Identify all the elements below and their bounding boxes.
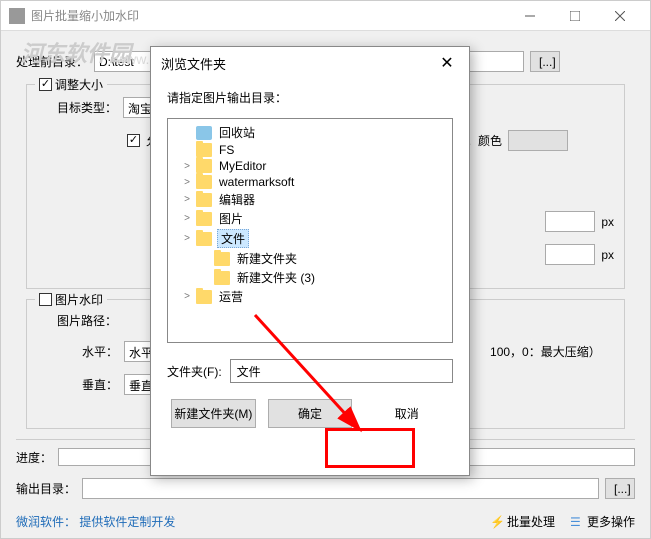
tree-item-label: watermarksoft [217,175,296,189]
company-link[interactable]: 微润软件： [16,515,76,529]
tree-item[interactable]: 新建文件夹 [170,249,450,268]
tree-item[interactable]: > MyEditor [170,158,450,174]
folder-icon [196,143,212,157]
progress-label: 进度： [16,449,52,466]
expander-icon[interactable]: > [180,161,194,172]
subtitle-link[interactable]: 提供软件定制开发 [79,515,175,529]
company-info: 微润软件： 提供软件定制开发 [16,513,175,530]
cancel-button[interactable]: 取消 [364,399,449,428]
expander-icon[interactable]: > [180,233,194,244]
tree-item-label: 新建文件夹 [235,250,299,267]
folder-icon [214,252,230,266]
expander-icon[interactable]: > [180,213,194,224]
tree-item-label: 文件 [217,229,249,248]
new-folder-button[interactable]: 新建文件夹(M) [171,399,256,428]
resize-checkbox[interactable]: 调整大小 [35,76,107,93]
horizontal-label: 水平： [82,343,118,360]
tree-item[interactable]: > 图片 [170,209,450,228]
output-dir-field[interactable] [82,478,599,499]
color-label: 。颜色 [466,132,502,149]
tree-item-label: 运营 [217,288,245,305]
browse-folder-dialog: 浏览文件夹 ✕ 请指定图片输出目录： 回收站 FS > MyEditor > waterm… [150,46,470,476]
image-path-label: 图片路径： [57,312,117,329]
tree-item[interactable]: > 编辑器 [170,190,450,209]
expander-icon[interactable]: > [180,177,194,188]
tree-item-label: 编辑器 [217,191,257,208]
folder-icon [196,193,212,207]
tree-item[interactable]: 回收站 [170,123,450,142]
width-field[interactable] [545,211,595,232]
tree-item-label: 新建文件夹 (3) [235,269,317,286]
folder-icon [196,175,212,189]
output-dir-label: 输出目录： [16,480,76,497]
watermark-logo: 河东软件园 [21,36,131,68]
titlebar: 图片批量缩小加水印 [1,1,650,31]
compress-note: 100，0：最大压缩） [490,343,601,360]
dialog-close-button[interactable]: ✕ [435,51,459,75]
target-type-label: 目标类型： [57,99,117,116]
watermark-checkbox[interactable]: 图片水印 [35,291,107,308]
close-button[interactable] [597,1,642,31]
resize-checkbox-box[interactable] [39,78,52,91]
tree-item-label: MyEditor [217,159,268,173]
app-icon [9,8,25,24]
height-field[interactable] [545,244,595,265]
tree-item-label: 回收站 [217,124,257,141]
tree-item-label: FS [217,143,236,157]
color-button[interactable] [508,130,568,151]
folder-tree[interactable]: 回收站 FS > MyEditor > watermarksoft > 编辑器 > 图片 > 文件新建… [167,118,453,343]
expander-icon[interactable]: > [180,194,194,205]
tree-item[interactable]: 新建文件夹 (3) [170,268,450,287]
tree-item[interactable]: FS [170,142,450,158]
px-label-1: px [601,215,614,229]
tree-item[interactable]: > watermarksoft [170,174,450,190]
recycle-icon [196,126,212,140]
vertical-label: 垂直： [82,376,118,393]
lightning-icon: ⚡ [490,515,504,529]
folder-icon [214,271,230,285]
dialog-instruction: 请指定图片输出目录： [167,89,453,106]
browse-output-button[interactable]: [...] [605,478,635,499]
list-icon: ☰ [570,515,584,529]
folder-icon [196,290,212,304]
dialog-title: 浏览文件夹 [161,54,435,73]
window-title: 图片批量缩小加水印 [31,7,507,24]
folder-icon [196,212,212,226]
window-controls [507,1,642,31]
px-label-2: px [601,248,614,262]
tree-item-label: 图片 [217,210,245,227]
folder-input-label: 文件夹(F): [167,363,222,380]
ok-button[interactable]: 确定 [268,399,353,428]
folder-icon [196,232,212,246]
more-actions-link[interactable]: ☰ 更多操作 [570,513,635,530]
resize-checkbox-label: 调整大小 [55,76,103,93]
folder-name-input[interactable] [230,359,453,383]
tree-item[interactable]: > 文件 [170,228,450,249]
bottom-bar: 微润软件： 提供软件定制开发 ⚡ 批量处理 ☰ 更多操作 [16,513,635,530]
dialog-titlebar: 浏览文件夹 ✕ [151,47,469,79]
watermark-checkbox-box[interactable] [39,293,52,306]
tree-item[interactable]: > 运营 [170,287,450,306]
watermark-checkbox-label: 图片水印 [55,291,103,308]
expander-icon[interactable]: > [180,291,194,302]
maximize-button[interactable] [552,1,597,31]
allow-checkbox[interactable] [127,134,140,147]
folder-icon [196,159,212,173]
batch-process-link[interactable]: ⚡ 批量处理 [490,513,555,530]
minimize-button[interactable] [507,1,552,31]
browse-input-button[interactable]: [...] [530,51,560,72]
